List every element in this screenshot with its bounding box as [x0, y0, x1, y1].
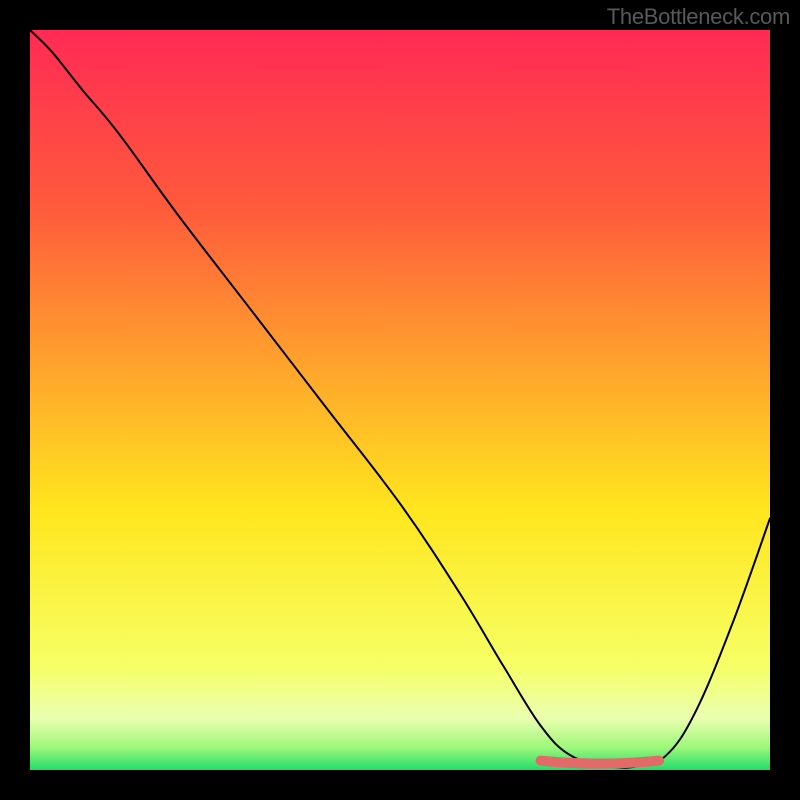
- gradient-background: [30, 30, 770, 770]
- optimal-range-highlight: [541, 761, 659, 764]
- bottleneck-chart: [30, 30, 770, 770]
- chart-frame: TheBottleneck.com: [0, 0, 800, 800]
- watermark-text: TheBottleneck.com: [607, 4, 790, 30]
